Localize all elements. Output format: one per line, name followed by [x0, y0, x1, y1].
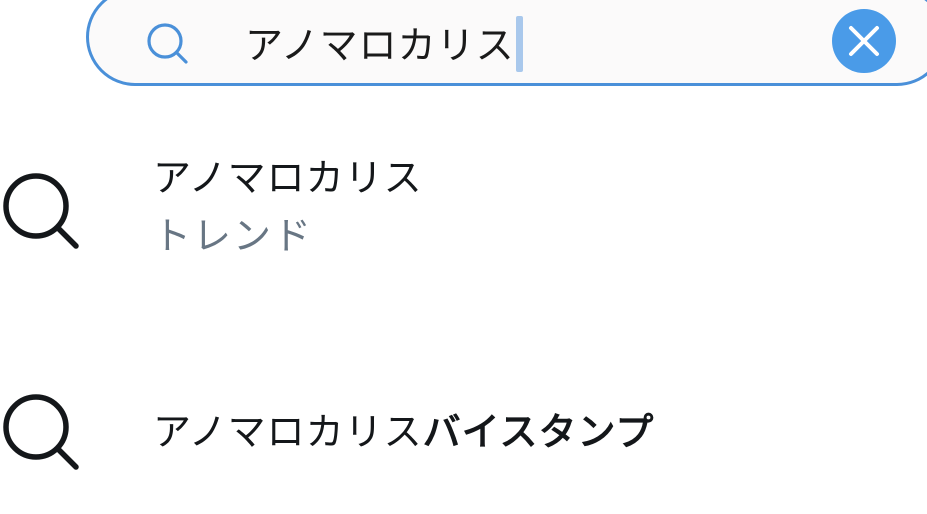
search-input[interactable]: アノマロカリス	[245, 16, 523, 76]
search-icon	[144, 20, 192, 68]
clear-search-button[interactable]	[832, 9, 896, 73]
suggestion-title-prefix: アノマロカリス	[153, 410, 423, 454]
search-icon	[0, 393, 80, 473]
suggestion-item[interactable]: アノマロカリスバイスタンプ	[0, 380, 927, 480]
search-query: アノマロカリス	[245, 23, 515, 68]
search-bar[interactable]: アノマロカリス	[86, 0, 927, 86]
suggestion-item[interactable]: アノマロカリス トレンド	[0, 150, 927, 270]
suggestion-subtitle: トレンド	[153, 214, 314, 258]
suggestion-title-completion: バイスタンプ	[422, 410, 655, 454]
suggestion-title: アノマロカリス	[153, 156, 423, 200]
close-icon	[849, 26, 879, 56]
search-screen: アノマロカリス アノマロカリス トレンド アノマロカリスバイスタンプ	[0, 0, 927, 514]
text-caret	[515, 16, 523, 72]
search-icon	[0, 172, 80, 252]
suggestion-title: アノマロカリスバイスタンプ	[153, 408, 654, 456]
